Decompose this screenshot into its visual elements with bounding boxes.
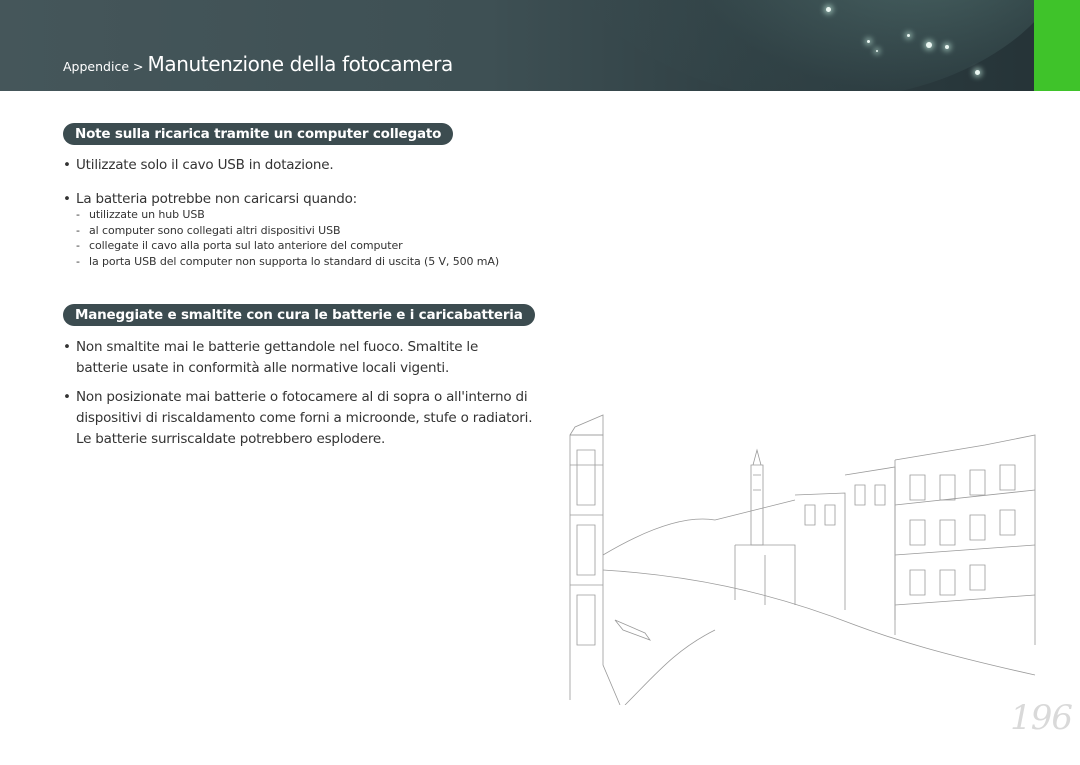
dash-marker: - — [76, 239, 80, 252]
list-item-text: Non posizionate mai batterie o fotocamer… — [76, 389, 533, 447]
chapter-tab — [1034, 0, 1080, 91]
page-number: 196 — [1010, 698, 1073, 738]
sub-list: - utilizzate un hub USB - al computer sono… — [76, 207, 499, 269]
breadcrumb: Appendice > Manutenzione della fotocamer… — [63, 52, 453, 82]
sub-list-item-text: la porta USB del computer non supporta l… — [89, 254, 500, 268]
sub-list-item: - utilizzate un hub USB — [76, 207, 499, 223]
sparkle-icon — [945, 45, 949, 49]
sparkle-icon — [826, 7, 831, 12]
breadcrumb-separator: > — [133, 59, 144, 74]
section-heading-disposal: Maneggiate e smaltite con cura le batter… — [63, 304, 535, 326]
sub-list-item: - collegate il cavo alla porta sul lato a… — [76, 238, 499, 254]
bullet-marker: • — [63, 191, 71, 207]
section-heading-charging: Note sulla ricarica tramite un computer … — [63, 123, 454, 145]
breadcrumb-parent[interactable]: Appendice — [63, 59, 129, 74]
page-title: Manutenzione della fotocamera — [147, 52, 454, 76]
list-item-text: Non smaltite mai le batterie gettandole … — [76, 339, 479, 376]
sub-list-item-text: al computer sono collegati altri disposi… — [89, 223, 341, 237]
header-arc-decoration — [560, 0, 1080, 91]
list-item-text: Utilizzate solo il cavo USB in dotazione… — [76, 157, 334, 173]
sparkle-icon — [867, 40, 870, 43]
bullet-marker: • — [63, 339, 71, 355]
sub-list-item: - la porta USB del computer non supporta … — [76, 254, 499, 270]
list-item: • Non smaltite mai le batterie gettandol… — [63, 337, 523, 379]
dash-marker: - — [76, 223, 80, 237]
bullet-marker: • — [63, 389, 71, 405]
list-item: • Utilizzate solo il cavo USB in dotazio… — [63, 155, 523, 176]
sparkle-icon — [926, 42, 932, 48]
city-sketch-illustration — [569, 414, 1036, 705]
sparkle-icon — [907, 34, 910, 37]
sparkle-icon — [876, 50, 878, 52]
sub-list-item-text: utilizzate un hub USB — [89, 208, 205, 221]
sparkle-icon — [975, 70, 980, 75]
sub-list-item-text: collegate il cavo alla porta sul lato an… — [89, 239, 403, 252]
sub-list-item: - al computer sono collegati altri dispos… — [76, 223, 499, 239]
list-item: • Non posizionate mai batterie o fotocam… — [63, 387, 533, 450]
dash-marker: - — [76, 208, 80, 221]
dash-marker: - — [76, 254, 80, 268]
bullet-marker: • — [63, 157, 71, 173]
